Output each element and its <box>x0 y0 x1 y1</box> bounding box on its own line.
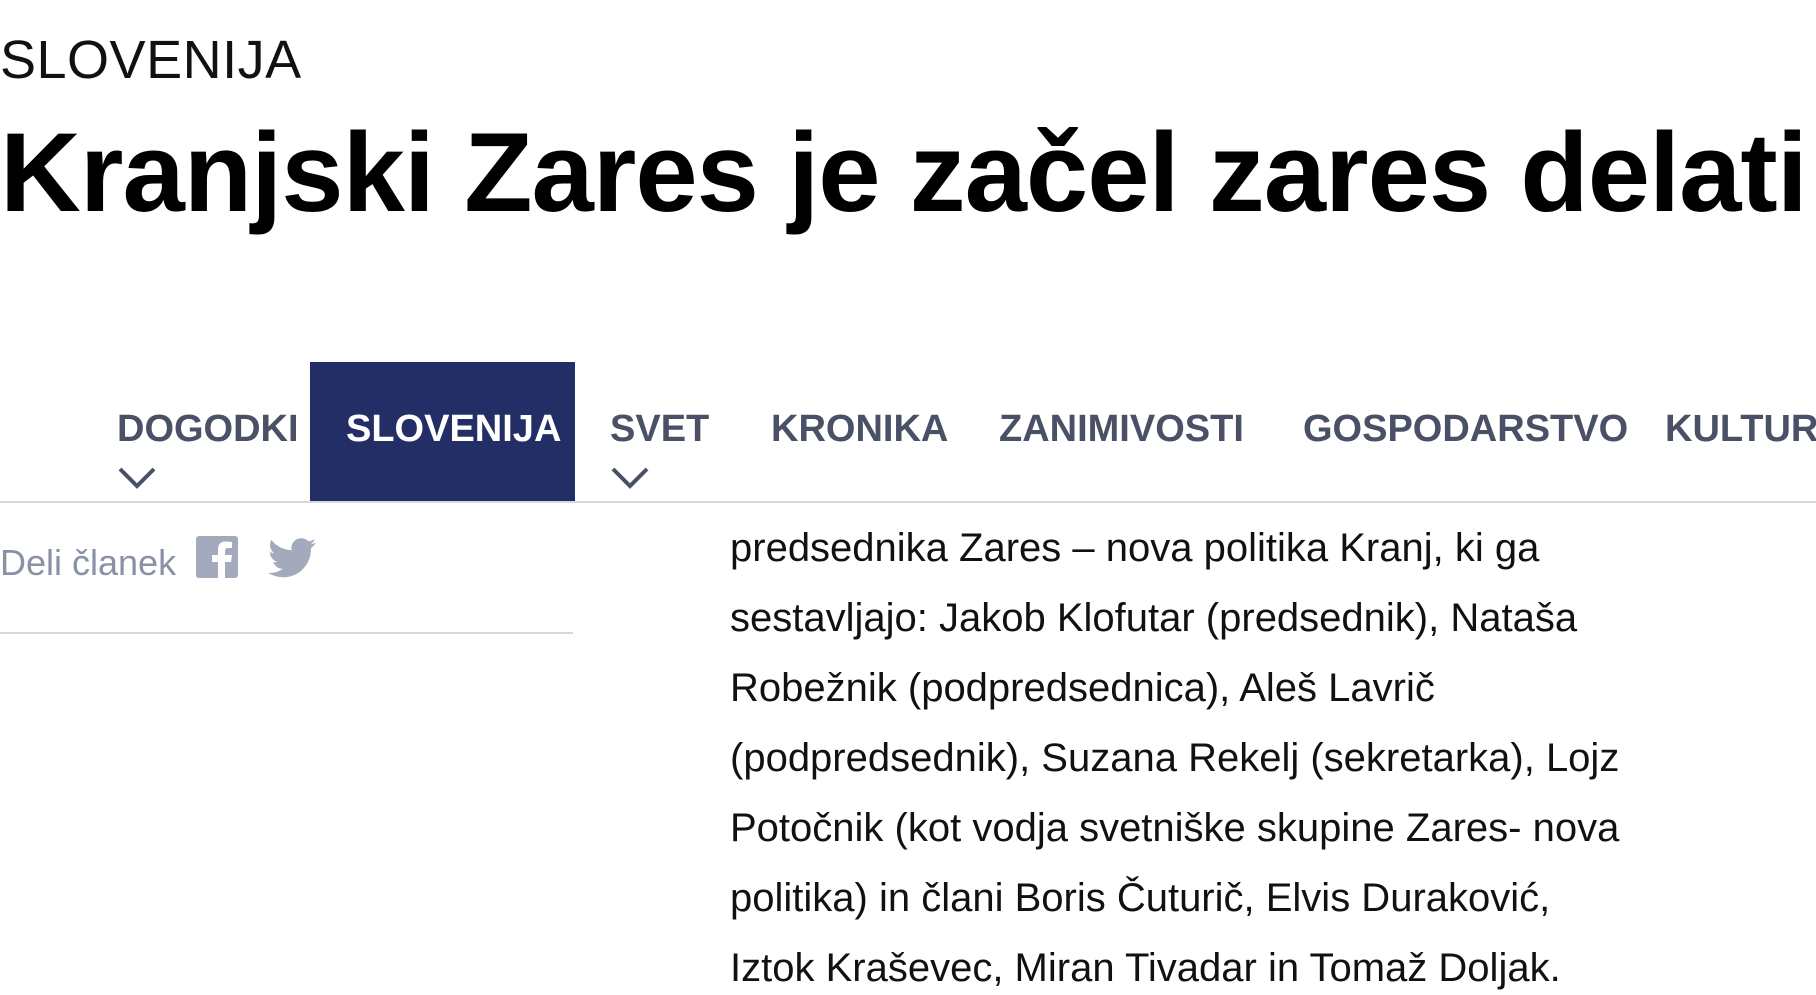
nav-item-svet[interactable]: SVET <box>610 362 710 501</box>
nav-item-kultura[interactable]: KULTURA <box>1665 362 1816 501</box>
body-line: predsednika Zares – nova politika Kranj,… <box>730 526 1540 570</box>
nav-item-label: KULTURA <box>1665 408 1816 450</box>
body-line: politika) in člani Boris Čuturič, Elvis … <box>730 876 1551 920</box>
chevron-down-icon[interactable] <box>117 466 157 490</box>
article-page: SLOVENIJA Kranjski Zares je začel zares … <box>0 0 1816 995</box>
body-line: Iztok Kraševec, Miran Tivadar in Tomaž D… <box>730 946 1561 990</box>
nav-item-kronika[interactable]: KRONIKA <box>771 362 948 501</box>
body-line: (podpredsednik), Suzana Rekelj (sekretar… <box>730 736 1620 780</box>
nav-item-label: GOSPODARSTVO <box>1303 408 1629 450</box>
facebook-icon[interactable] <box>196 536 238 578</box>
nav-item-label: SLOVENIJA <box>346 408 562 450</box>
section-kicker[interactable]: SLOVENIJA <box>0 24 302 96</box>
nav-item-zanimivosti[interactable]: ZANIMIVOSTI <box>999 362 1244 501</box>
article-title: Kranjski Zares je začel zares delati <box>0 110 1808 235</box>
main-navigation: DOGODKI SLOVENIJA SVET KRONIKA ZANIMIVOS… <box>0 362 1816 503</box>
chevron-down-icon[interactable] <box>610 466 650 490</box>
nav-item-slovenija[interactable]: SLOVENIJA <box>310 362 575 501</box>
nav-item-label: ZANIMIVOSTI <box>999 408 1244 450</box>
nav-item-label: KRONIKA <box>771 408 949 450</box>
article-body: predsednika Zares – nova politika Kranj,… <box>730 513 1730 995</box>
twitter-icon[interactable] <box>268 538 316 578</box>
nav-item-dogodki[interactable]: DOGODKI <box>117 362 299 501</box>
body-line: sestavljajo: Jakob Klofutar (predsednik)… <box>730 596 1578 640</box>
nav-item-label: DOGODKI <box>117 408 299 450</box>
nav-item-label: SVET <box>610 408 710 450</box>
body-line: Robežnik (podpredsednica), Aleš Lavrič <box>730 666 1435 710</box>
body-line: Potočnik (kot vodja svetniške skupine Za… <box>730 806 1620 850</box>
share-label: Deli članek <box>0 542 177 583</box>
nav-item-gospodarstvo[interactable]: GOSPODARSTVO <box>1303 362 1628 501</box>
share-bar: Deli članek <box>0 530 573 634</box>
